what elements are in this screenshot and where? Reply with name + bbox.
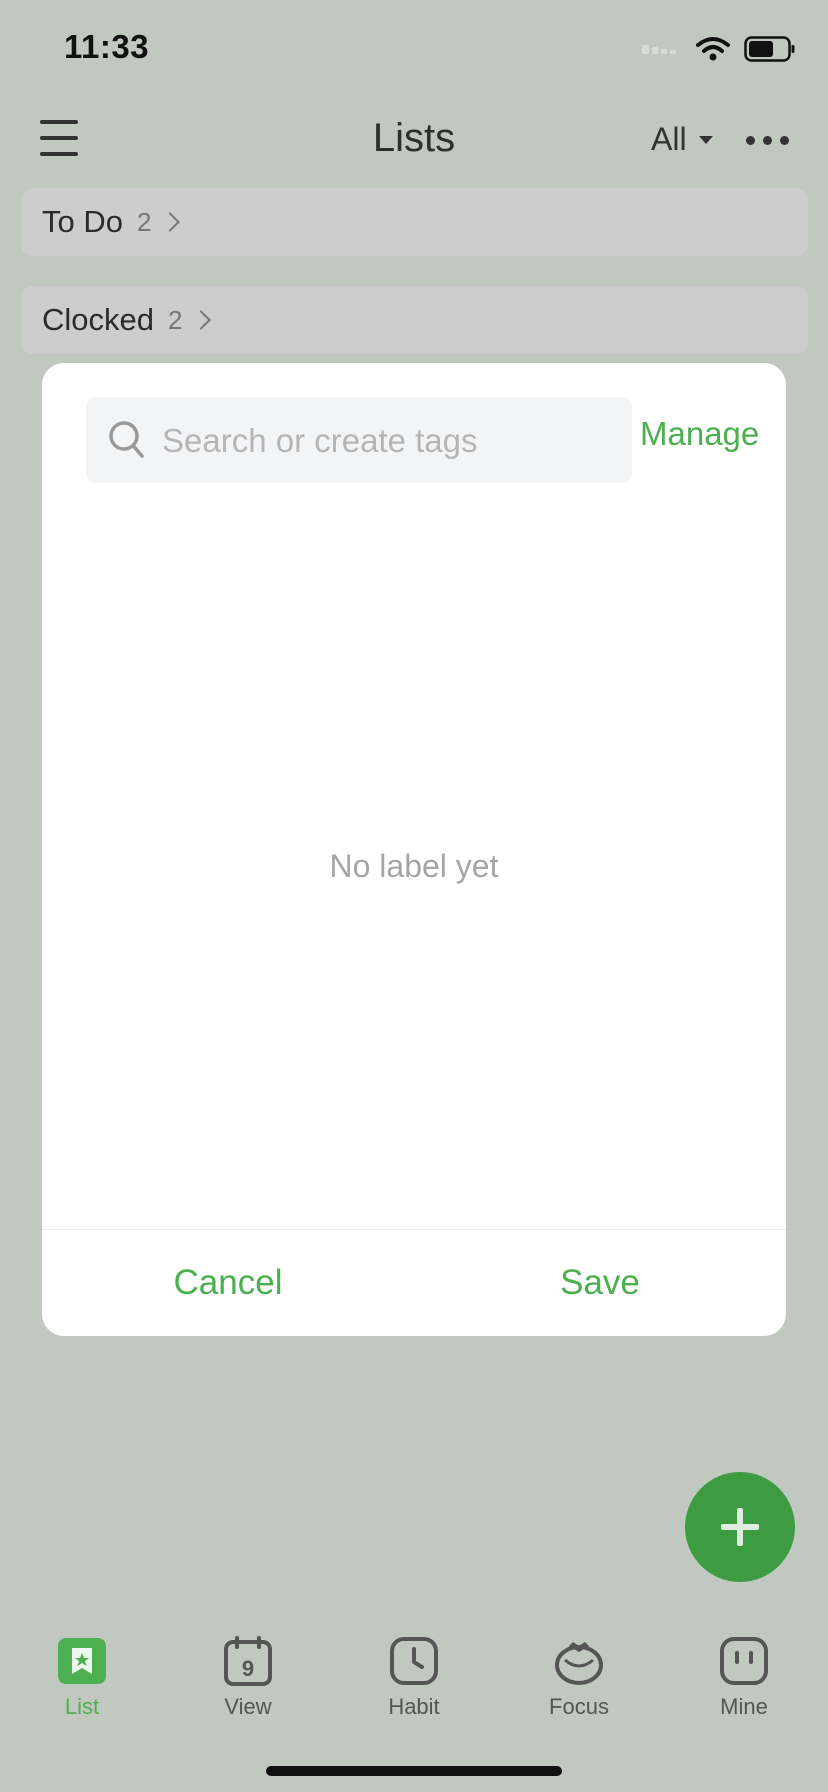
status-icons [642, 34, 796, 64]
list-row-todo[interactable]: To Do 2 [21, 188, 808, 256]
search-icon [109, 421, 144, 458]
tab-label: Focus [549, 1694, 609, 1719]
tab-habit[interactable]: Habit [354, 1636, 474, 1720]
chevron-right-icon [191, 310, 212, 330]
wifi-icon [696, 37, 730, 61]
tomato-icon [555, 1642, 603, 1685]
status-time: 11:33 [64, 28, 150, 65]
add-task-button[interactable] [685, 1472, 795, 1582]
tab-label: Habit [388, 1694, 440, 1719]
home-indicator [266, 1766, 562, 1776]
signal-icon [642, 45, 676, 54]
battery-icon [744, 36, 795, 62]
tab-label: List [64, 1694, 100, 1719]
list-row-clocked[interactable]: Clocked 2 [21, 286, 808, 354]
manage-button[interactable]: Manage [640, 415, 759, 453]
tag-dialog: Manage No label yet Cancel Save [42, 363, 786, 1336]
save-button[interactable]: Save [414, 1229, 786, 1336]
tab-focus[interactable]: Focus [519, 1636, 639, 1720]
tab-view[interactable]: 9 View [188, 1636, 308, 1720]
chevron-right-icon [160, 212, 181, 232]
tab-label: View [224, 1694, 272, 1719]
caret-down-icon [698, 135, 713, 144]
filter-dropdown[interactable]: All [651, 121, 713, 158]
list-label: Clocked [42, 302, 154, 337]
cancel-button[interactable]: Cancel [42, 1229, 414, 1336]
tab-mine[interactable]: Mine [684, 1636, 804, 1720]
clock-icon [390, 1637, 438, 1685]
tab-list[interactable]: List [22, 1636, 142, 1720]
list-count: 2 [136, 206, 152, 237]
filter-label: All [651, 121, 687, 157]
tab-label: Mine [720, 1694, 768, 1719]
list-label: To Do [42, 204, 123, 239]
search-box [86, 397, 632, 485]
empty-state-text: No label yet [329, 848, 499, 884]
calendar-icon: 9 [224, 1636, 272, 1686]
more-options-icon[interactable] [746, 136, 789, 145]
list-count: 2 [168, 304, 183, 335]
search-tags-input[interactable] [160, 397, 624, 485]
profile-icon [720, 1637, 768, 1685]
list-icon [58, 1638, 106, 1684]
calendar-day: 9 [242, 1656, 254, 1681]
